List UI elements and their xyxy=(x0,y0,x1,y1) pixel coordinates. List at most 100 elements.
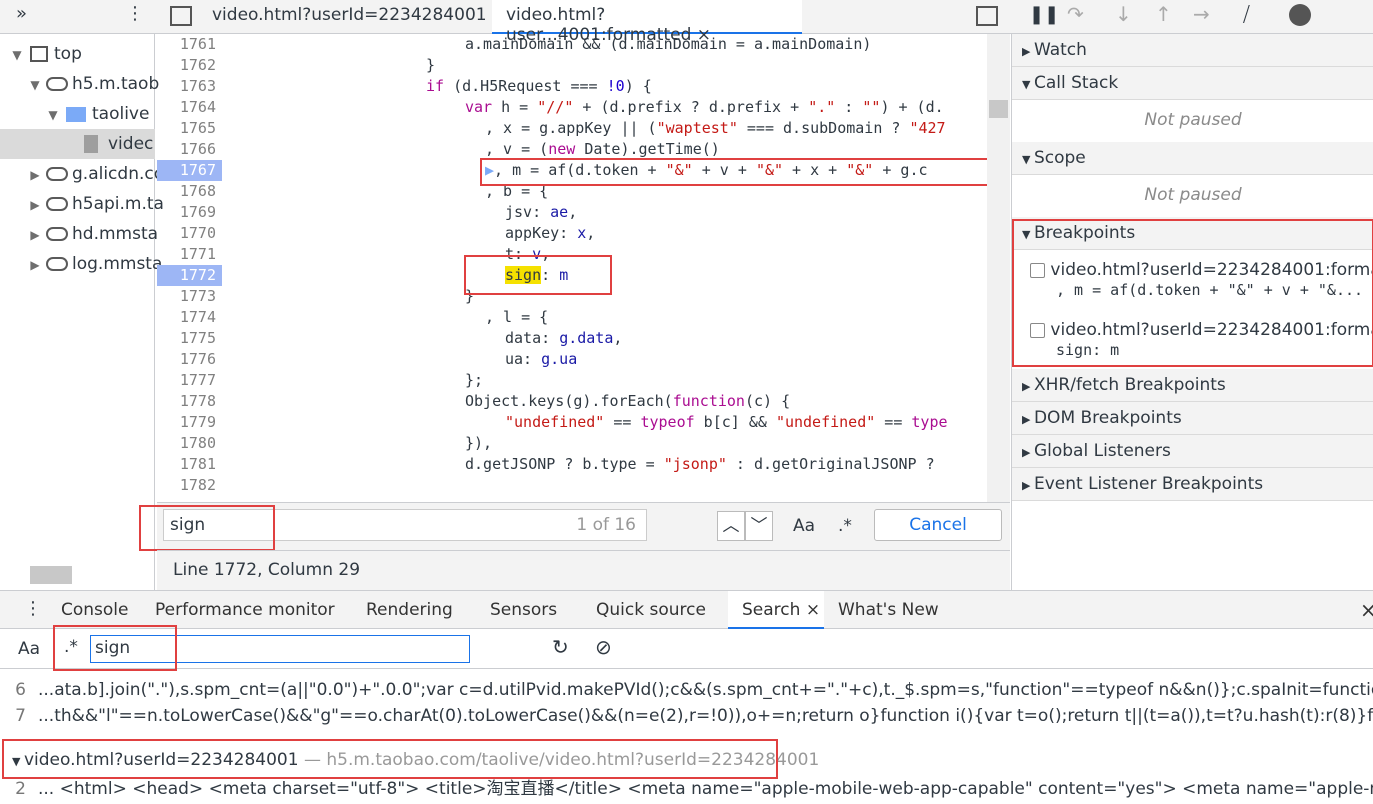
highlight-box xyxy=(139,505,275,551)
folder-icon xyxy=(66,106,86,122)
file-icon xyxy=(84,135,98,153)
watch-section[interactable]: ▶ Watch xyxy=(1012,34,1373,67)
line-number[interactable]: 1771 xyxy=(157,244,222,265)
frame-icon xyxy=(30,46,48,62)
chevron-right-icon: ▶ xyxy=(1022,380,1034,393)
step-over-icon[interactable]: ↷ xyxy=(1067,2,1084,26)
search-result-line[interactable]: 7 ...th&&"l"==n.toLowerCase()&&"g"==o.cha… xyxy=(0,703,1373,729)
line-number[interactable]: 1764 xyxy=(157,97,222,118)
line-number[interactable]: 1782 xyxy=(157,475,222,496)
line-number[interactable]: 1773 xyxy=(157,286,222,307)
regex-button[interactable]: .* xyxy=(838,516,852,536)
match-case-button[interactable]: Aa xyxy=(18,639,40,659)
debugger-toolbar: ❚❚ ↷ ↓ ↑ → ⧸ xyxy=(1011,0,1373,34)
chevron-right-icon: ▶ xyxy=(1022,45,1034,58)
line-number[interactable]: 1775 xyxy=(157,328,222,349)
status-bar: Line 1772, Column 29 xyxy=(157,550,1010,590)
line-number[interactable]: 1780 xyxy=(157,433,222,454)
line-number[interactable]: 1761 xyxy=(157,34,222,55)
chevron-right-icon: ▶ xyxy=(1022,479,1034,492)
cloud-icon xyxy=(46,77,68,91)
line-number[interactable]: 1768 xyxy=(157,181,222,202)
close-icon[interactable]: × xyxy=(806,600,820,620)
toggle-debugger-icon[interactable] xyxy=(976,6,998,26)
match-count: 1 of 16 xyxy=(576,515,636,535)
more-panels-icon[interactable]: » xyxy=(16,3,27,24)
line-number[interactable]: 1779 xyxy=(157,412,222,433)
not-paused-text: Not paused xyxy=(1144,110,1242,130)
tab-search[interactable]: Search × xyxy=(728,591,824,629)
find-next-button[interactable]: ﹀ xyxy=(745,511,773,541)
tab-whats-new[interactable]: What's New xyxy=(838,591,939,629)
editor-toolbar: » ⋮ video.html?userId=2234284001 video.h… xyxy=(0,0,1011,45)
tab-console[interactable]: Console xyxy=(61,591,129,629)
cancel-button[interactable]: Cancel xyxy=(874,509,1002,541)
drawer-menu-icon[interactable]: ⋮ xyxy=(24,598,42,619)
chevron-right-icon: ▶ xyxy=(1022,446,1034,459)
toggle-navigator-icon[interactable] xyxy=(170,6,192,26)
tree-item-top[interactable]: ▼ top xyxy=(10,39,165,69)
step-out-icon[interactable]: ↑ xyxy=(1155,2,1172,26)
chevron-right-icon: ▶ xyxy=(1022,413,1034,426)
drawer-panel: ⋮ Console Performance monitor Rendering … xyxy=(0,590,1373,804)
tab-video-formatted[interactable]: video.html?user...4001:formatted × xyxy=(492,0,802,45)
editor-vscrollbar[interactable] xyxy=(987,34,1010,502)
line-number[interactable]: 1776 xyxy=(157,349,222,370)
highlight-box xyxy=(2,739,778,779)
line-number[interactable]: 1778 xyxy=(157,391,222,412)
global-listeners-section[interactable]: ▶ Global Listeners xyxy=(1012,435,1373,468)
line-number[interactable]: 1774 xyxy=(157,307,222,328)
match-case-button[interactable]: Aa xyxy=(793,516,815,536)
pause-on-exceptions-icon[interactable] xyxy=(1289,4,1311,26)
cloud-icon xyxy=(46,227,68,241)
tab-sensors[interactable]: Sensors xyxy=(490,591,557,629)
step-into-icon[interactable]: ↓ xyxy=(1115,2,1132,26)
cloud-icon xyxy=(46,197,68,211)
search-result-line[interactable]: 6 ...ata.b].join("."),s.spm_cnt=(a||"0.0"… xyxy=(0,677,1373,703)
find-previous-button[interactable]: ︿ xyxy=(717,511,745,541)
line-number[interactable]: 1770 xyxy=(157,223,222,244)
search-toolbar: Aa .* sign ↻ ⊘ xyxy=(0,625,1373,671)
find-bar: sign 1 of 16 ︿ ﹀ Aa .* Cancel xyxy=(139,502,1010,551)
line-number[interactable]: 1767 xyxy=(157,160,222,181)
highlight-box xyxy=(480,158,990,186)
step-icon[interactable]: → xyxy=(1193,2,1210,26)
tree-item-file[interactable]: videc xyxy=(0,129,155,159)
close-drawer-icon[interactable]: × xyxy=(1360,591,1373,629)
scope-section[interactable]: ▼ Scope xyxy=(1012,142,1373,175)
file-navigator: ▼ top ▼ h5.m.taob ▼ taolive videc ▶ g.alicdn… xyxy=(0,34,164,590)
pause-icon[interactable]: ❚❚ xyxy=(1029,4,1059,25)
tab-video-html[interactable]: video.html?userId=2234284001 xyxy=(212,5,487,25)
search-result-line[interactable]: 2... <html> <head> <meta charset="utf-8"… xyxy=(0,776,1373,802)
code-editor[interactable]: 1761 1762 1763 1764 1765 1766 1767 1768 1769 1770… xyxy=(157,34,1010,502)
tab-quick-source[interactable]: Quick source xyxy=(596,591,706,629)
chevron-down-icon: ▼ xyxy=(1022,153,1034,166)
tab-rendering[interactable]: Rendering xyxy=(366,591,453,629)
clear-icon[interactable]: ⊘ xyxy=(595,635,612,659)
cloud-icon xyxy=(46,257,68,271)
line-number[interactable]: 1781 xyxy=(157,454,222,475)
tab-performance-monitor[interactable]: Performance monitor xyxy=(155,591,335,629)
line-number[interactable]: 1777 xyxy=(157,370,222,391)
callstack-section[interactable]: ▼ Call Stack xyxy=(1012,67,1373,100)
refresh-icon[interactable]: ↻ xyxy=(552,635,569,659)
line-number[interactable]: 1762 xyxy=(157,55,222,76)
highlight-box xyxy=(1012,219,1373,367)
line-number[interactable]: 1769 xyxy=(157,202,222,223)
nav-scrollbar[interactable] xyxy=(30,566,72,584)
dom-breakpoints-section[interactable]: ▶ DOM Breakpoints xyxy=(1012,402,1373,435)
deactivate-breakpoints-icon[interactable]: ⧸ xyxy=(1243,2,1250,26)
cloud-icon xyxy=(46,167,68,181)
highlight-box xyxy=(53,625,177,671)
highlight-box xyxy=(464,255,612,295)
line-number[interactable]: 1765 xyxy=(157,118,222,139)
debugger-sidebar: ▶ Watch ▼ Call Stack Not paused ▼ Scope … xyxy=(1011,34,1373,590)
not-paused-text: Not paused xyxy=(1144,185,1242,205)
chevron-down-icon: ▼ xyxy=(1022,78,1034,91)
kebab-menu-icon[interactable]: ⋮ xyxy=(126,3,144,24)
line-number[interactable]: 1763 xyxy=(157,76,222,97)
line-number[interactable]: 1772 xyxy=(157,265,222,286)
line-number[interactable]: 1766 xyxy=(157,139,222,160)
xhr-breakpoints-section[interactable]: ▶ XHR/fetch Breakpoints xyxy=(1012,369,1373,402)
event-listener-breakpoints-section[interactable]: ▶ Event Listener Breakpoints xyxy=(1012,468,1373,501)
